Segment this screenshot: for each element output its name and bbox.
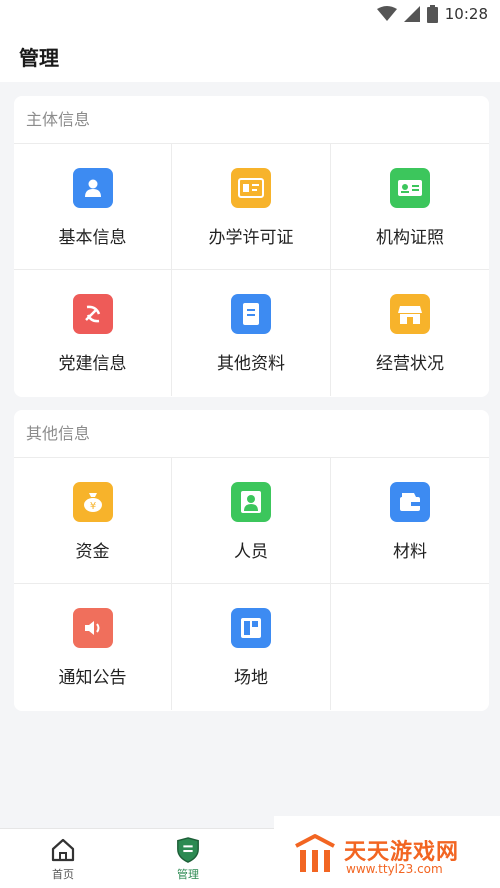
status-bar: 10:28 bbox=[0, 0, 500, 32]
grid-item-label: 通知公告 bbox=[58, 668, 127, 688]
grid-empty-cell bbox=[331, 584, 489, 710]
party-emblem-icon bbox=[72, 294, 113, 334]
license-icon bbox=[231, 168, 271, 208]
page-title: 管理 bbox=[19, 46, 59, 70]
grid-item-label: 党建信息 bbox=[58, 354, 127, 374]
nav-label: 首页 bbox=[52, 868, 74, 881]
other-info-grid: ¥ 资金 人员 材料 通知公告 场地 bbox=[14, 458, 489, 710]
status-icons: 10:28 bbox=[376, 5, 488, 23]
grid-item-personnel[interactable]: 人员 bbox=[172, 458, 331, 584]
grid-item-funds[interactable]: ¥ 资金 bbox=[14, 458, 172, 584]
watermark-url: www.ttyl23.com bbox=[346, 862, 443, 876]
grid-item-institution-license[interactable]: 机构证照 bbox=[331, 144, 489, 270]
battery-icon bbox=[426, 5, 438, 23]
document-icon bbox=[231, 294, 271, 334]
section-title: 主体信息 bbox=[14, 96, 489, 144]
person-icon bbox=[231, 482, 271, 522]
watermark-logo-icon bbox=[295, 834, 335, 872]
other-info-card: 其他信息 ¥ 资金 人员 材料 通知公告 场地 bbox=[14, 410, 489, 711]
grid-item-basic-info[interactable]: 基本信息 bbox=[14, 144, 172, 270]
grid-item-party-info[interactable]: 党建信息 bbox=[14, 270, 172, 396]
grid-item-venue[interactable]: 场地 bbox=[172, 584, 331, 710]
shop-icon bbox=[390, 294, 430, 334]
user-card-icon bbox=[72, 168, 113, 208]
grid-item-label: 资金 bbox=[75, 542, 110, 562]
main-info-grid: 基本信息 办学许可证 机构证照 党建信息 其他资料 经营状况 bbox=[14, 144, 489, 396]
nav-label: 管理 bbox=[177, 868, 199, 881]
grid-item-materials[interactable]: 材料 bbox=[331, 458, 489, 584]
speaker-icon bbox=[72, 608, 113, 648]
grid-item-label: 其他资料 bbox=[217, 354, 285, 374]
home-icon bbox=[51, 838, 75, 862]
layout-icon bbox=[231, 608, 271, 648]
grid-item-label: 办学许可证 bbox=[208, 228, 294, 248]
wifi-icon bbox=[376, 6, 397, 21]
grid-item-other-documents[interactable]: 其他资料 bbox=[172, 270, 331, 396]
grid-item-label: 机构证照 bbox=[376, 228, 444, 248]
grid-item-label: 场地 bbox=[234, 668, 268, 688]
wallet-icon bbox=[390, 482, 430, 522]
nav-item-home[interactable]: 首页 bbox=[23, 829, 103, 888]
watermark: 天天游戏网 www.ttyl23.com bbox=[274, 816, 500, 888]
app-header: 管理 bbox=[0, 32, 500, 82]
section-title: 其他信息 bbox=[14, 410, 489, 458]
status-time: 10:28 bbox=[444, 5, 488, 23]
grid-item-label: 基本信息 bbox=[58, 228, 127, 248]
cellular-signal-icon bbox=[403, 6, 420, 22]
nav-item-manage[interactable]: 管理 bbox=[148, 829, 228, 888]
grid-item-label: 人员 bbox=[234, 542, 268, 562]
grid-item-school-license[interactable]: 办学许可证 bbox=[172, 144, 331, 270]
svg-text:¥: ¥ bbox=[89, 501, 95, 512]
id-card-icon bbox=[390, 168, 430, 208]
main-info-card: 主体信息 基本信息 办学许可证 机构证照 党建信息 其他资料 经营状况 bbox=[14, 96, 489, 397]
grid-item-label: 材料 bbox=[393, 542, 427, 562]
grid-item-business-status[interactable]: 经营状况 bbox=[331, 270, 489, 396]
manage-shield-icon bbox=[177, 837, 199, 863]
grid-item-notices[interactable]: 通知公告 bbox=[14, 584, 172, 710]
grid-item-label: 经营状况 bbox=[376, 354, 444, 374]
money-bag-icon: ¥ bbox=[72, 482, 113, 522]
